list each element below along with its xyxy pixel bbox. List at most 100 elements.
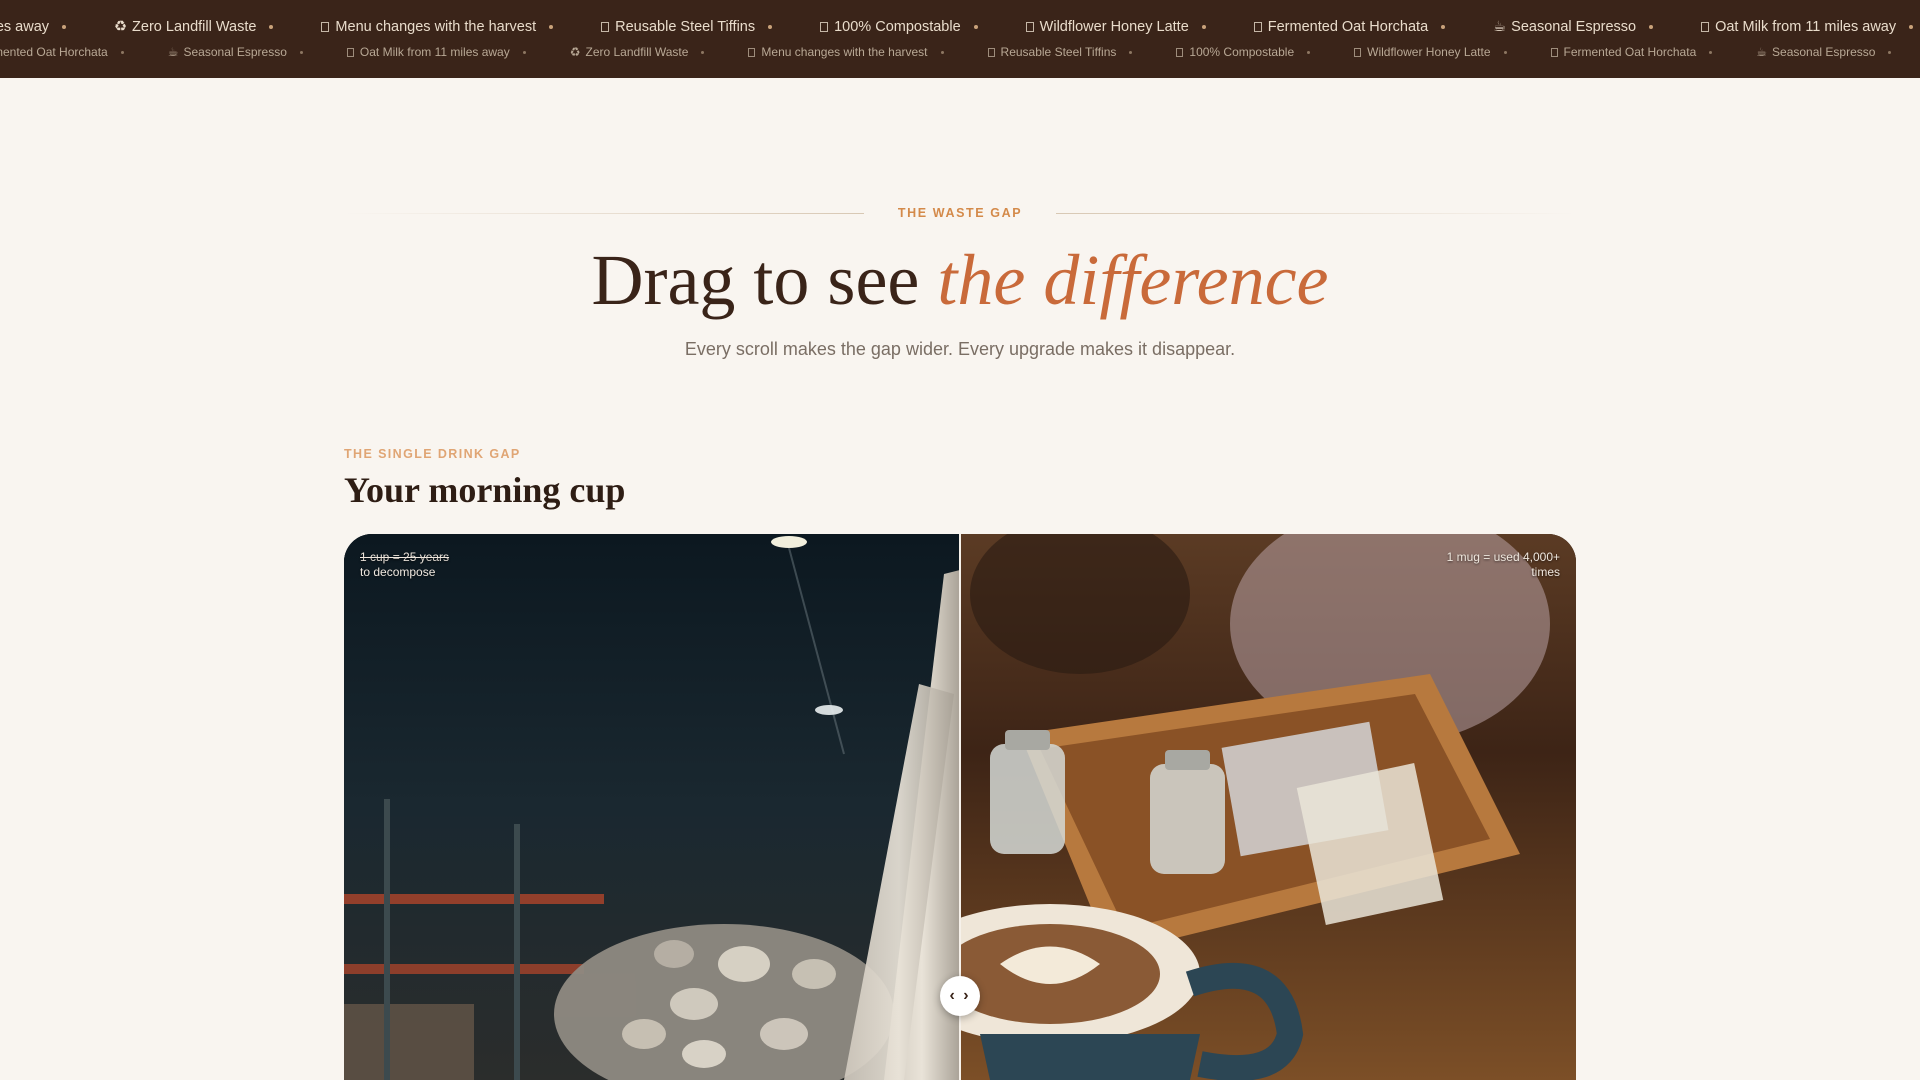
marquee-item: Oat Milk from 11 miles away [346, 43, 526, 61]
marquee-item: Fermented Oat Horchata [1550, 43, 1713, 61]
reusable-mug-caption: 1 mug = used 4,000+ times [1447, 550, 1560, 580]
marquee-item: Wildflower Honey Latte [1025, 16, 1206, 38]
marquee-item-label: Seasonal Espresso [1511, 19, 1637, 35]
marquee-item-label: Zero Landfill Waste [132, 19, 257, 35]
separator-dot [1201, 25, 1206, 29]
marquee-item-label: 100% Compostable [834, 19, 961, 35]
marquee-row-primary: Oat Milk from 11 miles away ♻Zero Landfil… [0, 16, 1920, 38]
box-icon [820, 22, 829, 32]
box-icon [1701, 22, 1710, 32]
separator-dot [1503, 50, 1507, 54]
separator-dot [940, 50, 944, 54]
marquee-item-label: Menu changes with the harvest [335, 19, 537, 35]
marquee-item-label: 100% Compostable [1189, 45, 1295, 59]
marquee-item-label: Reusable Steel Tiffins [615, 19, 756, 35]
box-icon [987, 47, 995, 57]
separator-dot [269, 25, 274, 29]
box-icon [601, 22, 610, 32]
recycle-icon: ♻ [569, 45, 581, 59]
marquee-item-label: Zero Landfill Waste [585, 45, 689, 59]
drag-arrows-icon: ‹ › [949, 987, 971, 1004]
section-subhead: Every scroll makes the gap wider. Every … [684, 339, 1236, 359]
separator-dot [299, 50, 303, 54]
slider-handle[interactable]: ‹ › [940, 976, 980, 1016]
marquee-item-label: Fermented Oat Horchata [1267, 19, 1429, 35]
coffee-icon: ☕ [1756, 45, 1768, 59]
separator-dot [62, 25, 67, 29]
headline-accent: the difference [937, 240, 1329, 320]
box-icon [346, 47, 354, 57]
reusable-mug-image: 1 mug = used 4,000+ times [960, 534, 1576, 1080]
box-icon [1253, 22, 1262, 32]
separator-dot [1709, 50, 1713, 54]
drink-block-eyebrow: THE SINGLE DRINK GAP [344, 447, 521, 461]
separator-dot [973, 25, 978, 29]
marquee-item-label: Fermented Oat Horchata [0, 45, 108, 59]
separator-dot [701, 50, 705, 54]
marquee-item: Reusable Steel Tiffins [987, 43, 1133, 61]
cup-pile-illustration [344, 534, 960, 1080]
marquee-item-label: Wildflower Honey Latte [1039, 19, 1189, 35]
separator-dot [768, 25, 773, 29]
separator-dot [1307, 50, 1311, 54]
waste-gap-header: THE WASTE GAP Drag to see the difference… [344, 205, 1576, 361]
caption-line-1: 1 cup = 25 years [360, 550, 450, 564]
box-icon [1176, 47, 1184, 57]
box-icon [748, 47, 756, 57]
separator-dot [120, 50, 124, 54]
marquee-item: 100% Compostable [1176, 43, 1311, 61]
box-icon [321, 22, 330, 32]
marquee-item: ♻ Zero Landfill Waste [114, 16, 274, 38]
marquee-item-label: Fermented Oat Horchata [1563, 45, 1697, 59]
marquee-item-label: Wildflower Honey Latte [1367, 45, 1491, 59]
divider-right [1056, 213, 1576, 214]
marquee-item: Menu changes with the harvest [748, 43, 944, 61]
mug-latte-illustration [960, 534, 1576, 1080]
caption-line-2: to decompose [360, 565, 436, 579]
divider-left [344, 213, 864, 214]
marquee-item: Oat Milk from 11 miles away [1701, 16, 1914, 38]
marquee-item: Oat Milk from 11 miles away [0, 16, 67, 38]
separator-dot [1888, 50, 1892, 54]
marquee-item: Reusable Steel Tiffins [601, 16, 773, 38]
marquee-row-secondary: Fermented Oat Horchata ☕ Seasonal Espresso… [0, 43, 1920, 65]
marquee-item-label: Reusable Steel Tiffins [1000, 45, 1117, 59]
box-icon [1025, 22, 1034, 32]
caption-line-2: times [1531, 565, 1560, 579]
marquee-item: ♻ Zero Landfill Waste [570, 43, 705, 61]
marquee-banner: Oat Milk from 11 miles away♻Zero Landfil… [0, 0, 1920, 78]
marquee-item: ☕ Seasonal Espresso [1493, 16, 1654, 38]
disposable-cup-caption: 1 cup = 25 years to decompose [360, 550, 449, 580]
marquee-item: ☕ Seasonal Espresso [1756, 43, 1892, 61]
separator-dot [1649, 25, 1654, 29]
recycle-icon: ♻ [114, 19, 128, 35]
marquee-item: Wildflower Honey Latte [1354, 43, 1507, 61]
marquee-item: Fermented Oat Horchata [0, 43, 124, 61]
separator-dot [522, 50, 526, 54]
coffee-icon: ☕ [1493, 19, 1507, 35]
box-icon [1550, 47, 1558, 57]
caption-line-1: 1 mug = used 4,000+ [1446, 550, 1560, 564]
separator-dot [1909, 25, 1914, 29]
marquee-item-label: Seasonal Espresso [1772, 45, 1876, 59]
drink-block-title: Your morning cup [344, 470, 626, 510]
marquee-item-label: Menu changes with the harvest [761, 45, 928, 59]
separator-dot [1129, 50, 1133, 54]
headline-plain: Drag to see [591, 240, 938, 320]
disposable-cups-image: 1 cup = 25 years to decompose [344, 534, 960, 1080]
box-icon [1354, 47, 1362, 57]
coffee-icon: ☕ [167, 45, 179, 59]
before-after-slider[interactable]: 1 cup = 25 years to decompose 1 mug = us… [344, 534, 1576, 1080]
separator-dot [549, 25, 554, 29]
marquee-item: Menu changes with the harvest [321, 16, 554, 38]
marquee-item-label: Seasonal Espresso [183, 45, 287, 59]
marquee-item: Fermented Oat Horchata [1253, 16, 1446, 38]
marquee-item: 100% Compostable [820, 16, 978, 38]
separator-dot [1441, 25, 1446, 29]
marquee-item-label: Oat Milk from 11 miles away [0, 19, 50, 35]
eyebrow-row: THE WASTE GAP [344, 205, 1576, 221]
marquee-item-label: Oat Milk from 11 miles away [359, 45, 510, 59]
page-title: Drag to see the difference [344, 237, 1576, 323]
marquee-item-label: Oat Milk from 11 miles away [1715, 19, 1897, 35]
marquee-item: ☕ Seasonal Espresso [168, 43, 303, 61]
